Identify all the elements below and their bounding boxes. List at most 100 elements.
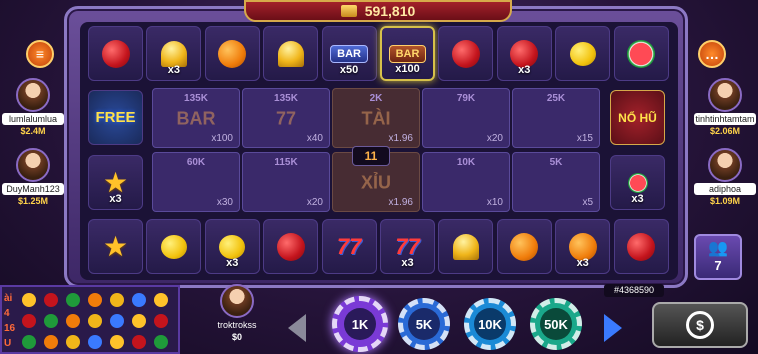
history-result-icon (110, 293, 124, 307)
reel-cell[interactable] (438, 26, 494, 81)
reel-cell[interactable] (263, 26, 319, 81)
player-seat[interactable]: lumlalumlua $2.4M (2, 78, 64, 136)
bell-icon (452, 233, 479, 260)
player-name: lumlalumlua (2, 113, 64, 125)
bet-label: TÀI (361, 108, 391, 129)
history-result-icon (110, 314, 124, 328)
apple-icon (276, 232, 305, 261)
bet-label: BAR (176, 108, 216, 129)
bet-zone[interactable]: 5K x5 (512, 152, 600, 212)
reel-cell[interactable] (555, 26, 611, 81)
free-spin-tile[interactable]: FREE (88, 90, 143, 145)
bet-zone[interactable]: 10K x10 (422, 152, 510, 212)
history-panel[interactable]: ài 4 16 U (0, 285, 180, 354)
bet-amount: 25K (546, 93, 566, 104)
chip-50k[interactable]: 50K (530, 298, 582, 350)
bet-amount: 5K (549, 157, 563, 168)
cell-mult: x3 (518, 64, 531, 76)
side-cell-star[interactable]: ★ x3 (88, 155, 143, 210)
bet-zone[interactable]: 135K BAR x100 (152, 88, 240, 148)
history-result-icon (88, 335, 102, 349)
bet-mult: x100 (211, 133, 233, 144)
reel-cell[interactable] (146, 219, 202, 274)
jackpot-tile[interactable]: NỔ HŨ (610, 90, 665, 145)
reel-cell[interactable]: ★ (88, 219, 143, 274)
history-result-icon (154, 314, 168, 328)
seven-icon: 77 (336, 233, 362, 259)
history-label: 4 (4, 308, 10, 319)
reel-cell[interactable] (88, 26, 143, 81)
orange-icon (218, 39, 247, 68)
history-result-icon (44, 293, 58, 307)
reel-cell[interactable]: x3 (204, 219, 260, 274)
cell-mult: x3 (401, 257, 414, 269)
bet-zone[interactable]: 60K x30 (152, 152, 240, 212)
history-result-icon (110, 335, 124, 349)
bet-amount: 115K (274, 157, 298, 168)
bet-zone[interactable]: 2K TÀI x1.96 (332, 88, 420, 148)
reel-cell[interactable]: 77 (321, 219, 377, 274)
chip-5k[interactable]: 5K (398, 298, 450, 350)
lemon-icon (569, 41, 596, 66)
auto-spin-button[interactable]: $ (652, 302, 748, 348)
history-result-icon (44, 314, 58, 328)
reel-cell[interactable] (613, 219, 669, 274)
cell-mult: x50 (339, 64, 359, 76)
avatar (16, 148, 50, 182)
player-name: DuyManh123 (2, 183, 64, 195)
player-seat[interactable]: DuyManh123 $1.25M (2, 148, 64, 206)
bet-zone[interactable]: 135K 77 x40 (242, 88, 330, 148)
history-result-icon (132, 335, 146, 349)
player-money: $1.25M (17, 196, 49, 206)
bet-mult: x40 (306, 133, 323, 144)
chat-button[interactable]: … (698, 40, 726, 68)
side-mult: x3 (631, 193, 644, 205)
bet-zone[interactable]: 79K x20 (422, 88, 510, 148)
cell-mult: x100 (395, 63, 420, 75)
arrow-left-icon[interactable] (288, 314, 306, 342)
reel-cell[interactable] (263, 219, 319, 274)
bet-mult: x1.96 (388, 133, 413, 144)
player-seat[interactable]: adiphoa $1.09M (694, 148, 756, 206)
seven-icon: 77 (395, 233, 420, 259)
watermelon-icon (627, 39, 656, 68)
reel-cell[interactable]: x3 (555, 219, 611, 274)
bet-amount: 60K (186, 157, 206, 168)
bet-mult: x1.96 (388, 197, 413, 208)
apple-icon (627, 232, 656, 261)
arrow-right-icon[interactable] (604, 314, 622, 342)
bet-zone[interactable]: 25K x15 (512, 88, 600, 148)
chip-10k[interactable]: 10K (464, 298, 516, 350)
reel-cell[interactable] (613, 26, 669, 81)
history-result-icon (22, 293, 36, 307)
chip-1k[interactable]: 1K (332, 296, 388, 352)
bet-mult: x15 (576, 133, 593, 144)
reel-cell[interactable] (438, 219, 494, 274)
player-seat[interactable]: tinhtinhtamtam $2.06M (694, 78, 756, 136)
bet-amount: 10K (456, 157, 476, 168)
cell-mult: x3 (576, 257, 589, 269)
history-result-icon (132, 293, 146, 307)
online-players-button[interactable]: 👥 7 (694, 234, 742, 280)
side-cell-melon[interactable]: x3 (610, 155, 665, 210)
reel-cell[interactable] (204, 26, 260, 81)
history-result-icon (22, 335, 36, 349)
reel-cell[interactable]: x3 (146, 26, 202, 81)
menu-button[interactable]: ≡ (26, 40, 54, 68)
avatar (220, 284, 254, 318)
orange-icon (510, 232, 539, 261)
bar-icon: BAR (388, 44, 427, 63)
jackpot-value: 591,810 (364, 3, 416, 19)
bet-mult: x20 (306, 197, 323, 208)
history-result-icon (154, 293, 168, 307)
reel-cell[interactable]: x3 (496, 26, 552, 81)
reel-cell[interactable] (496, 219, 552, 274)
reel-cell[interactable]: BAR x50 (321, 26, 377, 81)
reel-cell[interactable]: BAR x100 (380, 26, 435, 81)
bet-zone[interactable]: 115K x20 (242, 152, 330, 212)
reel-cell[interactable]: 77 x3 (380, 219, 435, 274)
bet-mult: x10 (486, 197, 503, 208)
lemon-icon (219, 234, 246, 259)
history-result-icon (66, 293, 80, 307)
player-name: adiphoa (694, 183, 756, 195)
